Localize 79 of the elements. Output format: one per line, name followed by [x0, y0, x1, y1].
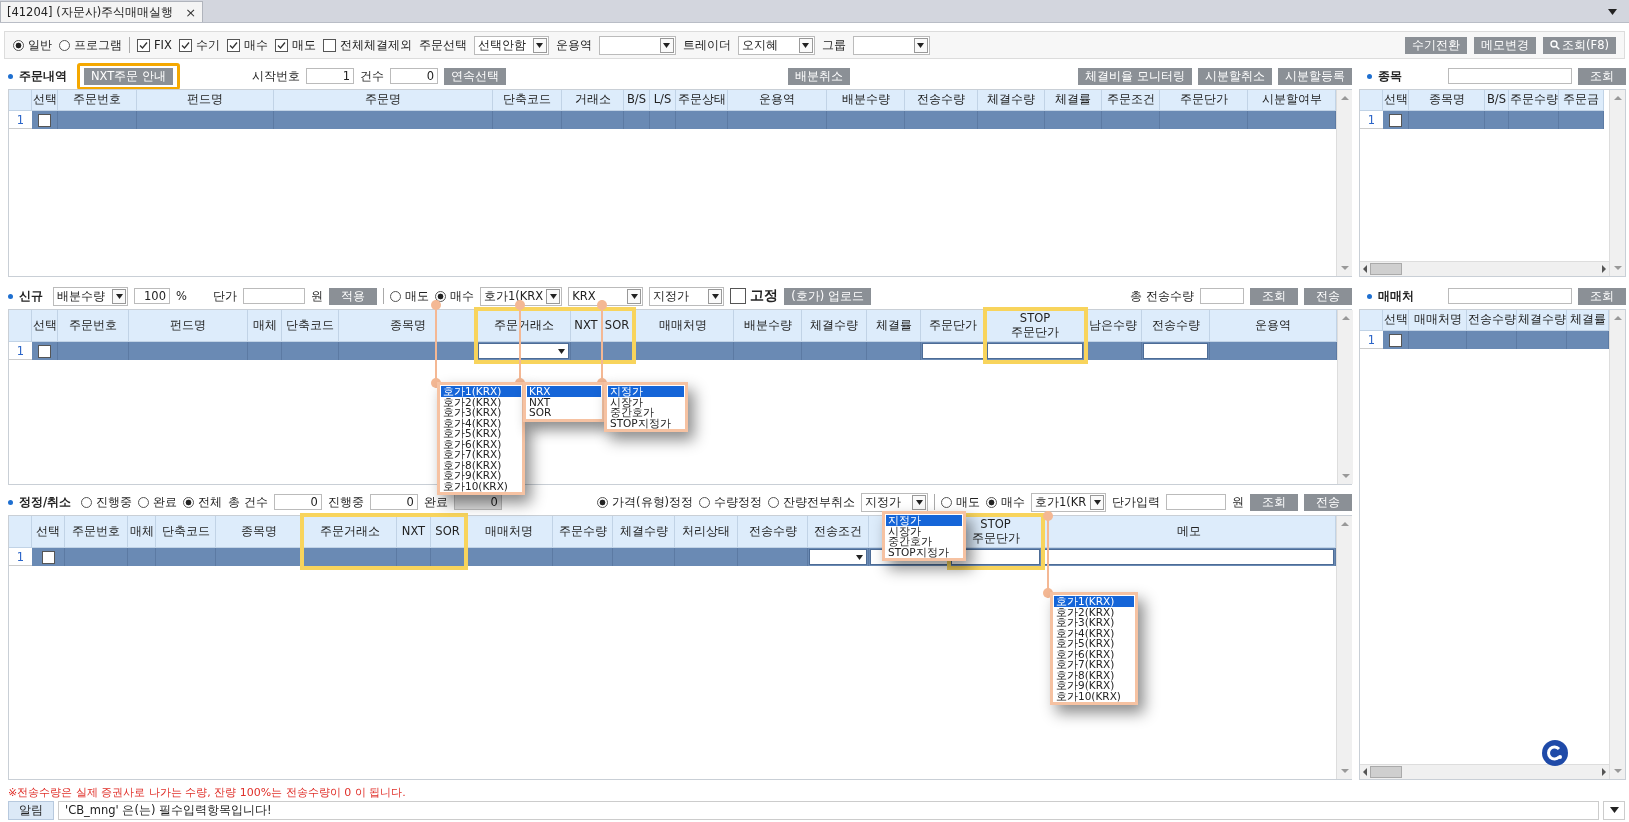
unit-label: 원 [1232, 494, 1244, 510]
column-header: 배분수량 [734, 310, 802, 342]
notice-text: ※전송수량은 실제 증권사로 나가는 수량, 잔량 100%는 전송수량이 0 이 됩니다. [7, 784, 407, 800]
column-header: 전송수량 [1142, 310, 1210, 342]
column-header: L/S [650, 90, 676, 111]
alert-message: 'CB_mng' 은(는) 필수입력항목입니다! [58, 800, 1599, 820]
column-header: 펀드명 [129, 310, 248, 342]
column-header: 주문번호 [58, 310, 129, 342]
column-header: 선택 [1383, 310, 1409, 331]
column-header: 매체 [128, 516, 156, 548]
section-title: 종목 [1378, 68, 1402, 84]
column-header: 체결수량 [1517, 310, 1567, 331]
column-header: 매매처명 [465, 516, 553, 548]
field-label: 시작번호 [251, 68, 300, 84]
column-header: 체결수량 [978, 90, 1045, 111]
column-header: 선택 [1383, 90, 1409, 111]
field-label: 총 건수 [228, 494, 268, 510]
field-label: 총 전송수량 [1130, 288, 1194, 304]
column-header: 전송수량 [738, 516, 808, 548]
unit-label: % [176, 289, 187, 303]
column-header: 종목명 [339, 310, 477, 342]
column-header: 배분수량 [827, 90, 905, 111]
field-label: 단가 [212, 288, 237, 304]
column-header: 체결률 [1567, 310, 1609, 331]
section-title: 주문내역 [19, 68, 67, 84]
field-label: 트레이더 [682, 37, 731, 53]
column-header: 매매처명 [1409, 310, 1467, 331]
column-header: 운용역 [1210, 310, 1337, 342]
column-header: 주문번호 [58, 90, 137, 111]
section-title: 신규 [19, 288, 43, 304]
column-header: 선택 [32, 516, 65, 548]
field-label: 완료 [423, 494, 448, 510]
field-label: 운용역 [555, 37, 592, 53]
field-label: 건수 [359, 68, 384, 84]
column-header: 체결률 [1045, 90, 1102, 111]
column-header: 단축코드 [493, 90, 562, 111]
column-header: 체결수량 [613, 516, 675, 548]
column-header: 거래소 [562, 90, 624, 111]
column-header: 주문수량 [1509, 90, 1559, 111]
column-header: 매체 [248, 310, 282, 342]
column-header: 전송수량 [1467, 310, 1517, 331]
column-header: 단축코드 [282, 310, 339, 342]
column-header: NXT [397, 516, 431, 548]
column-header: 매매처명 [633, 310, 734, 342]
column-header: SOR [431, 516, 465, 548]
column-header: 남은수량 [1085, 310, 1142, 342]
column-header: 선택 [32, 310, 58, 342]
section-title: 매매처 [1378, 288, 1414, 304]
column-header: 주문상태 [676, 90, 728, 111]
column-header: 종목명 [216, 516, 303, 548]
column-header: 시분할여부 [1248, 90, 1336, 111]
column-header: 체결수량 [802, 310, 867, 342]
column-header: 운용역 [728, 90, 827, 111]
column-header: 주문수량 [553, 516, 613, 548]
column-header: 처리상태 [675, 516, 738, 548]
field-label: 그룹 [821, 37, 846, 53]
column-header: 주문명 [274, 90, 493, 111]
column-header: 주문거래소 [303, 516, 397, 548]
column-header: B/S [624, 90, 650, 111]
column-header: 전송수량 [905, 90, 978, 111]
field-label: 단가입력 [1112, 494, 1160, 510]
alert-label: 알림 [8, 800, 54, 820]
column-header: 주문번호 [65, 516, 128, 548]
column-header: 주문단가 [1160, 90, 1248, 111]
column-header: STOP 주문단가 [986, 310, 1085, 342]
column-header: 단축코드 [156, 516, 216, 548]
column-header: 주문단가 [921, 310, 986, 342]
unit-label: 원 [310, 288, 323, 304]
column-header: 선택 [32, 90, 58, 111]
column-header: 주문금 [1559, 90, 1604, 111]
column-header: 전송조건 [808, 516, 869, 548]
field-label: 진행중 [327, 494, 364, 510]
column-header: B/S [1485, 90, 1509, 111]
column-header: 체결률 [867, 310, 921, 342]
column-header: 주문조건 [1102, 90, 1160, 111]
column-header: 종목명 [1409, 90, 1485, 111]
column-header: 펀드명 [137, 90, 274, 111]
field-label: 주문선택 [418, 37, 467, 53]
section-title: 정정/취소 [19, 494, 72, 510]
